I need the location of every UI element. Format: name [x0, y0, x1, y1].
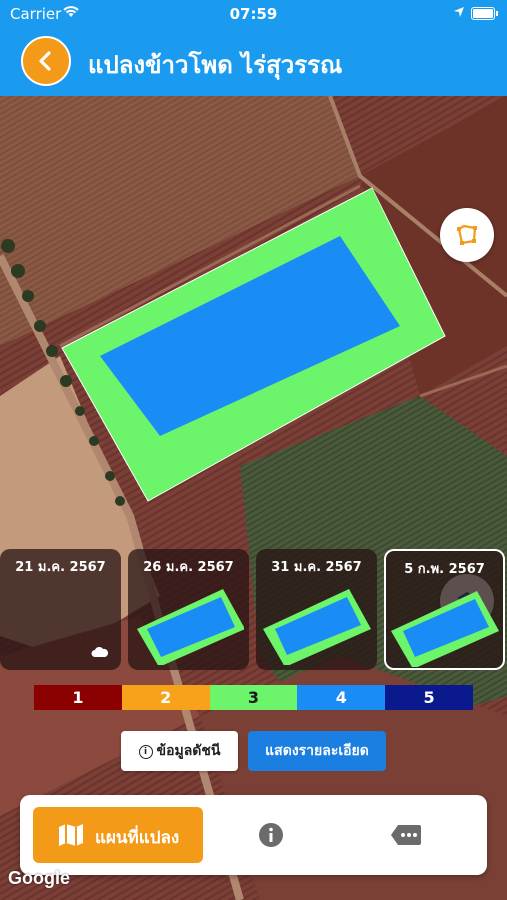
legend-level-4: 4	[297, 685, 386, 710]
show-details-label: แสดงรายละเอียด	[265, 743, 369, 759]
page-title: แปลงข้าวโพด ไร่สุวรรณ	[88, 51, 343, 79]
cloud-icon	[91, 646, 109, 657]
legend-level-1: 1	[34, 685, 122, 710]
info-icon	[259, 823, 283, 847]
imagery-timeline: 21 ม.ค. 2567 26 ม.ค. 2567 31 ม.ค. 2567 5…	[0, 549, 507, 670]
back-button[interactable]	[21, 36, 71, 86]
map-imagery	[0, 96, 507, 900]
satellite-map[interactable]	[0, 96, 507, 900]
draw-polygon-icon	[457, 224, 477, 245]
chevron-left-icon	[39, 51, 51, 71]
index-info-button[interactable]: i ข้อมูลดัชนี	[121, 731, 238, 771]
info-icon: i	[138, 745, 153, 759]
bottom-tab-bar: แผนที่แปลง	[20, 795, 487, 875]
field-thumbnail	[263, 589, 371, 665]
legend-level-3: 3	[209, 685, 298, 710]
clock: 07:59	[229, 5, 278, 23]
status-bar: Carrier 07:59	[0, 0, 507, 28]
draw-boundary-button[interactable]	[440, 208, 494, 262]
timeline-date: 21 ม.ค. 2567	[15, 560, 106, 575]
timeline-item[interactable]: 21 ม.ค. 2567	[0, 549, 121, 670]
index-info-label: ข้อมูลดัชนี	[156, 743, 221, 759]
google-attribution: Google	[8, 868, 70, 888]
timeline-item-selected[interactable]: 5 ก.พ. 2567	[384, 549, 505, 670]
field-thumbnail	[137, 589, 244, 665]
timeline-date: 5 ก.พ. 2567	[404, 562, 485, 577]
legend-level-5: 5	[385, 685, 473, 710]
battery-icon	[471, 7, 498, 20]
more-icon	[391, 825, 421, 845]
field-thumbnail	[391, 591, 499, 667]
ndvi-legend: 1 2 3 4 5	[34, 685, 473, 710]
map-icon	[59, 824, 83, 846]
tab-more[interactable]	[390, 824, 422, 850]
location-arrow-icon	[453, 4, 465, 22]
timeline-date: 26 ม.ค. 2567	[143, 560, 234, 575]
timeline-item[interactable]: 26 ม.ค. 2567	[128, 549, 249, 670]
show-details-button[interactable]: แสดงรายละเอียด	[248, 731, 386, 771]
tab-field-map-label: แผนที่แปลง	[95, 828, 180, 848]
tab-field-map[interactable]: แผนที่แปลง	[33, 807, 203, 863]
tab-info[interactable]	[258, 822, 284, 852]
legend-level-2: 2	[121, 685, 210, 710]
timeline-item[interactable]: 31 ม.ค. 2567	[256, 549, 377, 670]
header: แปลงข้าวโพด ไร่สุวรรณ	[0, 28, 507, 96]
timeline-date: 31 ม.ค. 2567	[271, 560, 362, 575]
